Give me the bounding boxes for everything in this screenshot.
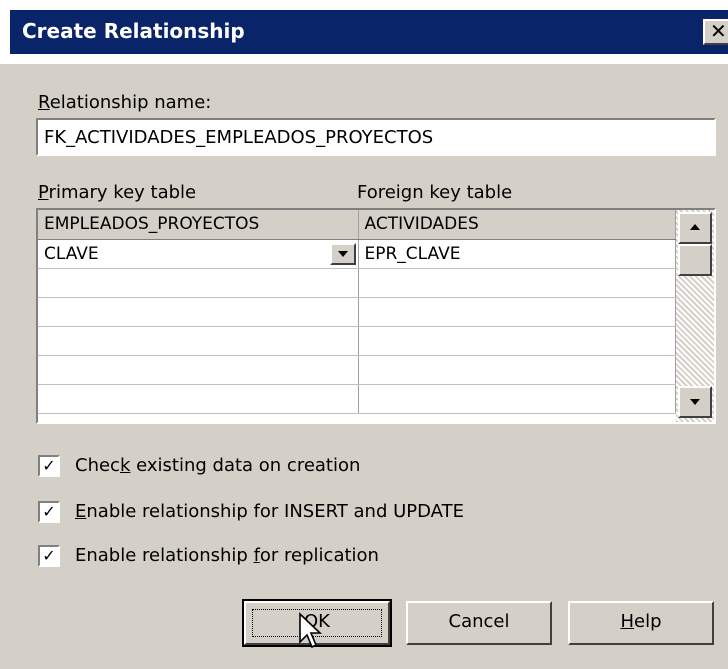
primary-column-cell[interactable] [38,326,359,356]
primary-column-cell[interactable] [38,268,359,298]
primary-key-table-label: Primary key table [38,182,197,203]
foreign-column-cell[interactable] [358,384,676,414]
scroll-thumb[interactable] [678,244,712,276]
dialog-title: Create Relationship [22,19,245,43]
primary-column-cell[interactable] [38,384,359,414]
relationship-name-input[interactable] [36,118,716,156]
table-row [38,326,676,356]
mouse-pointer-icon [299,612,322,649]
enable-insert-update-checkbox[interactable]: ✓ [38,501,60,523]
foreign-column-cell[interactable]: EPR_CLAVE [358,239,676,269]
foreign-column-cell[interactable] [358,268,676,298]
scroll-up-button[interactable] [678,212,712,244]
table-row [38,268,676,298]
close-button[interactable]: ✕ [703,19,728,45]
foreign-table-cell: ACTIVIDADES [358,210,676,240]
title-bar: Create Relationship ✕ [0,0,728,64]
enable-insert-update-label[interactable]: Enable relationship for INSERT and UPDAT… [75,501,464,522]
primary-column-cell[interactable] [38,355,359,385]
foreign-column-cell[interactable] [358,326,676,356]
arrow-down-icon [690,399,700,405]
key-columns-grid: EMPLEADOS_PROYECTOS ACTIVIDADES CLAVE EP… [36,208,716,424]
help-button[interactable]: Help [568,601,714,645]
dropdown-button[interactable] [329,242,356,265]
primary-column-cell[interactable] [38,297,359,327]
primary-column-combo[interactable]: CLAVE [38,239,359,269]
check-existing-label[interactable]: Check existing data on creation [75,455,360,476]
foreign-column-cell[interactable] [358,355,676,385]
foreign-column-cell[interactable] [358,297,676,327]
check-existing-checkbox[interactable]: ✓ [38,455,60,477]
enable-replication-checkbox[interactable]: ✓ [38,545,60,567]
checkmark-icon: ✓ [42,456,56,475]
table-row [38,297,676,327]
vertical-scrollbar[interactable] [676,210,714,422]
scroll-down-button[interactable] [678,386,712,418]
primary-table-cell[interactable]: EMPLEADOS_PROYECTOS [38,210,359,240]
table-row [38,384,676,414]
arrow-up-icon [690,224,700,230]
foreign-key-table-label: Foreign key table [357,182,513,203]
grid-header-row: EMPLEADOS_PROYECTOS ACTIVIDADES [38,210,676,240]
checkmark-icon: ✓ [42,502,56,521]
close-icon: ✕ [710,19,727,43]
table-row: CLAVE EPR_CLAVE [38,239,676,269]
chevron-down-icon [337,250,348,257]
checkmark-icon: ✓ [42,546,56,565]
cancel-button[interactable]: Cancel [406,601,552,645]
enable-replication-label[interactable]: Enable relationship for replication [75,545,379,566]
relationship-name-label: Relationship name: [38,92,212,113]
table-row [38,355,676,385]
